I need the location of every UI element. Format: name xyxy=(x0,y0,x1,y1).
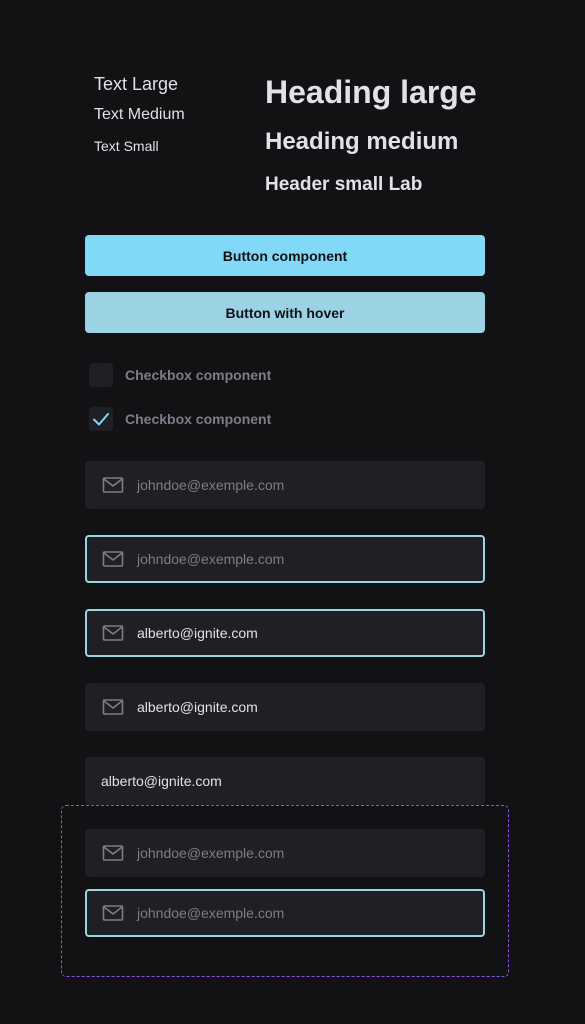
text-large: Text Large xyxy=(94,74,179,94)
primary-button[interactable]: Button component xyxy=(85,235,485,276)
heading-small: Header small Lab xyxy=(265,174,423,195)
envelope-icon xyxy=(101,547,125,571)
checkbox-checked[interactable] xyxy=(89,407,113,431)
email-placeholder[interactable]: johndoe@exemple.com xyxy=(137,477,284,493)
text-small: Text Small xyxy=(94,138,159,154)
checkbox-label: Checkbox component xyxy=(125,367,272,383)
heading-large: Heading large xyxy=(265,74,477,110)
envelope-icon xyxy=(101,841,125,865)
email-input-focused[interactable]: johndoe@exemple.com xyxy=(85,889,485,937)
text-medium: Text Medium xyxy=(94,106,185,123)
email-placeholder[interactable]: johndoe@exemple.com xyxy=(137,551,284,567)
email-placeholder[interactable]: johndoe@exemple.com xyxy=(137,845,284,861)
envelope-icon xyxy=(101,695,125,719)
email-input-default[interactable]: johndoe@exemple.com xyxy=(85,829,485,877)
email-input-default[interactable]: johndoe@exemple.com xyxy=(85,461,485,509)
email-input-focused[interactable]: johndoe@exemple.com xyxy=(85,535,485,583)
email-placeholder[interactable]: johndoe@exemple.com xyxy=(137,905,284,921)
checkbox-row-checked[interactable]: Checkbox component xyxy=(89,407,271,431)
email-input-filled[interactable]: alberto@ignite.com xyxy=(85,683,485,731)
hover-button[interactable]: Button with hover xyxy=(85,292,485,333)
component-showcase: Text Large Text Medium Text Small Headin… xyxy=(0,0,585,1024)
email-value[interactable]: alberto@ignite.com xyxy=(137,625,258,641)
envelope-icon xyxy=(101,901,125,925)
envelope-icon xyxy=(101,473,125,497)
email-value[interactable]: alberto@ignite.com xyxy=(137,699,258,715)
check-icon xyxy=(93,413,109,426)
email-value[interactable]: alberto@ignite.com xyxy=(101,773,222,789)
checkbox-label: Checkbox component xyxy=(125,411,272,427)
heading-medium: Heading medium xyxy=(265,128,459,155)
checkbox-row-unchecked[interactable]: Checkbox component xyxy=(89,363,271,387)
checkbox-unchecked[interactable] xyxy=(89,363,113,387)
envelope-icon xyxy=(101,621,125,645)
email-input-no-icon[interactable]: alberto@ignite.com xyxy=(85,757,485,805)
email-input-filled-focused[interactable]: alberto@ignite.com xyxy=(85,609,485,657)
